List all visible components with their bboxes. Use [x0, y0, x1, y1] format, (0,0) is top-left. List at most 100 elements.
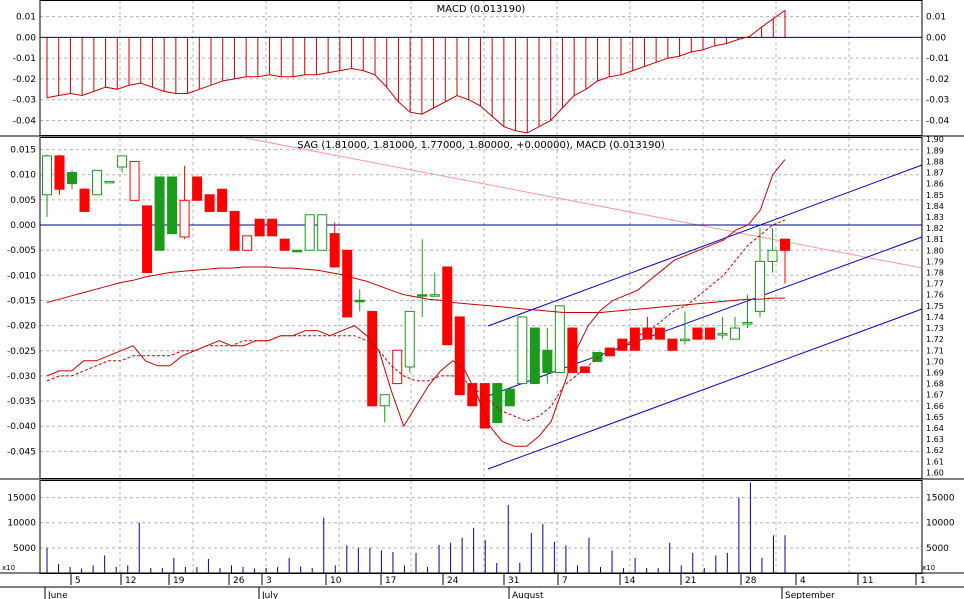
price-right-tick-label: 1.90: [926, 135, 944, 144]
price-right-tick-label: 1.66: [926, 402, 944, 411]
candle-body: [354, 299, 365, 303]
day-tick-label: 24: [447, 576, 459, 586]
candle-body: [154, 176, 165, 251]
price-left-tick-label: 0.015: [10, 146, 36, 156]
day-tick-label: 31: [508, 576, 519, 586]
price-right-tick-label: 1.65: [926, 413, 944, 422]
macd-right-tick-label: -0.02: [926, 75, 949, 85]
price-left-tick-label: -0.020: [7, 322, 36, 332]
price-right-tick-label: 1.77: [926, 280, 944, 289]
price-left-tick-label: -0.040: [7, 422, 36, 432]
volume-left-tick-label: 5000: [13, 544, 36, 554]
candle-body: [529, 327, 540, 385]
candle-body: [204, 194, 215, 212]
volume-left-tick-label: 15000: [7, 494, 36, 504]
price-left-tick-label: 0.000: [10, 221, 36, 231]
price-left-tick-label: -0.025: [7, 347, 36, 357]
macd-right-tick-label: -0.04: [926, 116, 950, 126]
candle-body: [704, 327, 715, 340]
candle-body: [79, 188, 90, 212]
volume-left-tick-label: 10000: [7, 519, 36, 529]
month-label: August: [512, 591, 544, 599]
day-tick-label: 26: [233, 576, 245, 586]
price-right-tick-label: 1.61: [926, 457, 944, 466]
volume-right-tick-label: 15000: [926, 494, 955, 504]
day-tick-label: 1: [920, 576, 926, 586]
price-left-tick-label: -0.015: [7, 296, 36, 306]
candle-body: [167, 176, 178, 235]
month-label: July: [261, 591, 279, 599]
price-left-tick-label: -0.010: [7, 271, 36, 281]
candle-body: [54, 155, 65, 190]
candle-body: [517, 316, 528, 385]
candle-body: [729, 327, 740, 340]
price-right-tick-label: 1.84: [926, 202, 944, 211]
candle-body: [279, 238, 290, 251]
candle-body: [442, 266, 453, 346]
price-right-tick-label: 1.81: [926, 235, 944, 244]
candle-body: [217, 188, 228, 212]
price-left-tick-label: 0.005: [10, 196, 36, 206]
day-tick-label: 12: [125, 576, 136, 586]
candle-body: [429, 294, 440, 297]
candle-body: [542, 349, 553, 373]
candle-body: [329, 233, 340, 268]
price-right-tick-label: 1.72: [926, 335, 944, 344]
macd-panel-title: MACD (0.013190): [437, 4, 526, 15]
candle-body: [317, 214, 328, 251]
macd-left-tick-label: -0.03: [13, 96, 36, 106]
price-right-tick-label: 1.64: [926, 424, 944, 433]
candle-body: [467, 383, 478, 407]
macd-right-tick-label: 0.01: [926, 13, 946, 23]
stock-chart: 5 12 19 26 3 10 17 24 31 7 14 21 28 4 11 1June July Augus…: [0, 0, 964, 599]
volume-unit-label-right: x10: [922, 564, 935, 572]
macd-right-tick-label: -0.03: [926, 96, 949, 106]
macd-left-tick-label: 0.01: [16, 13, 36, 23]
price-right-tick-label: 1.85: [926, 191, 944, 200]
price-right-tick-label: 1.89: [926, 146, 944, 155]
price-panel-title: SAG (1.81000, 1.81000, 1.77000, 1.80000,…: [297, 140, 665, 151]
candle-body: [717, 333, 728, 336]
price-right-tick-label: 1.60: [926, 468, 944, 477]
price-right-tick-label: 1.86: [926, 180, 944, 189]
day-tick-label: 7: [562, 576, 568, 586]
candle-body: [104, 180, 115, 184]
macd-left-tick-label: -0.01: [13, 54, 36, 64]
candle-body: [679, 338, 690, 342]
candle-body: [742, 321, 753, 325]
day-tick-label: 21: [685, 576, 696, 586]
candle-body: [379, 394, 390, 407]
day-tick-label: 10: [330, 576, 342, 586]
macd-left-tick-label: 0.00: [16, 33, 36, 43]
candle-body: [567, 327, 578, 373]
candle-body: [504, 388, 515, 407]
price-left-tick-label: -0.005: [7, 246, 36, 256]
candle-body: [417, 294, 428, 297]
price-right-tick-label: 1.68: [926, 380, 944, 389]
candle-body: [142, 205, 153, 274]
day-tick-label: 14: [624, 576, 636, 586]
candle-body: [67, 172, 78, 185]
candle-body: [780, 238, 790, 251]
candle-body: [192, 176, 203, 201]
candle-body: [492, 383, 503, 423]
price-right-tick-label: 1.70: [926, 357, 944, 366]
candle-body: [654, 327, 665, 340]
price-right-tick-label: 1.87: [926, 169, 944, 178]
candle-body: [692, 327, 703, 340]
month-label: June: [47, 591, 68, 599]
price-left-tick-label: 0.010: [10, 171, 36, 181]
price-right-tick-label: 1.76: [926, 291, 944, 300]
candle-body: [292, 249, 303, 253]
candle-body: [454, 316, 465, 396]
macd-right-tick-label: 0.00: [926, 33, 946, 43]
volume-right-tick-label: 5000: [926, 544, 949, 554]
chart-background: [0, 0, 964, 599]
candle-body: [42, 155, 52, 196]
volume-unit-label-left: x10: [2, 564, 15, 572]
candle-body: [754, 260, 765, 312]
day-tick-label: 5: [75, 576, 81, 586]
price-right-tick-label: 1.83: [926, 213, 944, 222]
price-left-tick-label: -0.035: [7, 397, 36, 407]
price-right-tick-label: 1.63: [926, 435, 944, 444]
